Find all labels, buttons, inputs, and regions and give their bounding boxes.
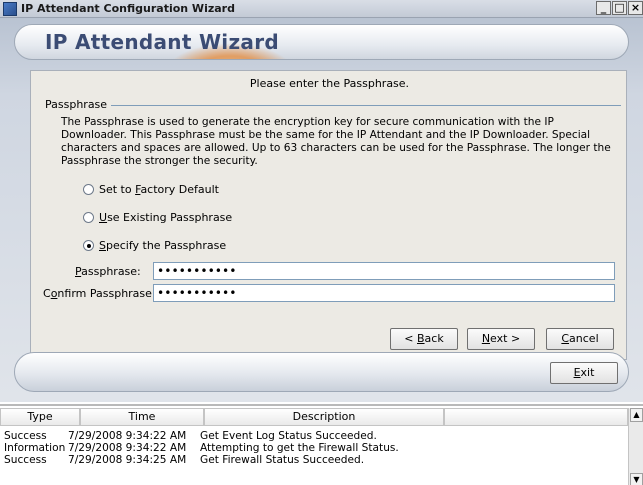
window-title: IP Attendant Configuration Wizard xyxy=(21,2,235,15)
window-controls: _ □ × xyxy=(595,1,643,15)
log-time: 7/29/2008 9:34:22 AM xyxy=(68,442,187,454)
confirm-passphrase-input[interactable]: ••••••••••• xyxy=(153,284,615,302)
log-row[interactable]: Information 7/29/2008 9:34:22 AM Attempt… xyxy=(4,442,624,454)
close-button[interactable]: × xyxy=(628,1,643,15)
wizard-banner: IP Attendant Wizard xyxy=(14,24,629,60)
group-description: The Passphrase is used to generate the e… xyxy=(61,116,611,167)
log-column-time[interactable]: Time xyxy=(80,408,204,426)
banner-title: IP Attendant Wizard xyxy=(45,30,279,54)
log-header: Type Time Description xyxy=(0,408,628,426)
log-description: Get Firewall Status Succeeded. xyxy=(200,454,365,466)
passphrase-panel: Please enter the Passphrase. Passphrase … xyxy=(30,70,627,360)
log-type: Information xyxy=(4,442,66,454)
passphrase-input[interactable]: ••••••••••• xyxy=(153,262,615,280)
log-time: 7/29/2008 9:34:25 AM xyxy=(68,454,187,466)
bottom-bar: Exit xyxy=(14,352,629,392)
log-description: Attempting to get the Firewall Status. xyxy=(200,442,399,454)
group-divider xyxy=(101,105,621,106)
scroll-down-icon[interactable]: ▼ xyxy=(630,473,643,485)
log-scrollbar[interactable]: ▲ ▼ xyxy=(628,408,643,485)
minimize-button[interactable]: _ xyxy=(596,1,611,15)
back-button[interactable]: < Back xyxy=(390,328,458,350)
scroll-up-icon[interactable]: ▲ xyxy=(630,408,643,422)
radio-button-icon[interactable] xyxy=(83,184,94,195)
status-log: Type Time Description Success 7/29/2008 … xyxy=(0,404,643,485)
log-row[interactable]: Success 7/29/2008 9:34:25 AM Get Firewal… xyxy=(4,454,624,466)
radio-label: Specify the Passphrase xyxy=(99,239,227,252)
wizard-dialog: IP Attendant Wizard Please enter the Pas… xyxy=(0,18,643,402)
log-description: Get Event Log Status Succeeded. xyxy=(200,430,377,442)
radio-label: Use Existing Passphrase xyxy=(99,211,233,224)
log-column-extra[interactable] xyxy=(444,408,628,426)
radio-button-checked-icon[interactable] xyxy=(83,240,94,251)
next-button[interactable]: Next > xyxy=(467,328,535,350)
radio-button-icon[interactable] xyxy=(83,212,94,223)
radio-existing-passphrase[interactable]: Use Existing Passphrase xyxy=(83,211,232,224)
maximize-button[interactable]: □ xyxy=(612,1,627,15)
log-type: Success xyxy=(4,454,47,466)
app-icon xyxy=(3,1,17,16)
cancel-button[interactable]: Cancel xyxy=(546,328,614,350)
title-bar: IP Attendant Configuration Wizard _ □ × xyxy=(0,0,643,18)
log-rows: Success 7/29/2008 9:34:22 AM Get Event L… xyxy=(4,430,624,466)
log-column-type[interactable]: Type xyxy=(0,408,80,426)
log-row[interactable]: Success 7/29/2008 9:34:22 AM Get Event L… xyxy=(4,430,624,442)
log-column-description[interactable]: Description xyxy=(204,408,444,426)
radio-factory-default[interactable]: Set to Factory Default xyxy=(83,183,219,196)
exit-button[interactable]: Exit xyxy=(550,362,618,384)
group-label: Passphrase xyxy=(45,98,112,111)
radio-label: Set to Factory Default xyxy=(99,183,219,196)
confirm-passphrase-label: Confirm Passphrase: xyxy=(43,287,156,300)
log-time: 7/29/2008 9:34:22 AM xyxy=(68,430,187,442)
passphrase-label: Passphrase: xyxy=(75,265,141,278)
log-type: Success xyxy=(4,430,47,442)
page-prompt: Please enter the Passphrase. xyxy=(249,77,410,90)
radio-specify-passphrase[interactable]: Specify the Passphrase xyxy=(83,239,226,252)
